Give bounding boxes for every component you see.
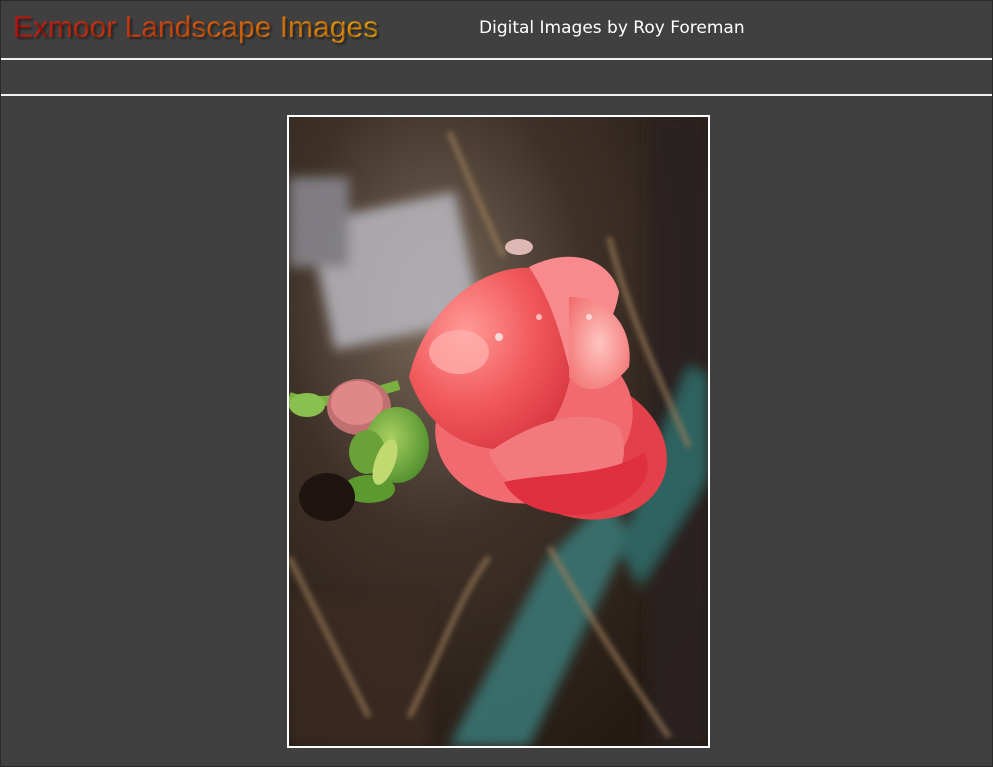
page-background: Exmoor Landscape Images Digital Images b… (0, 0, 993, 767)
site-title[interactable]: Exmoor Landscape Images (13, 8, 378, 48)
main-photo[interactable] (287, 115, 710, 748)
site-header: Exmoor Landscape Images Digital Images b… (1, 1, 992, 60)
site-byline: Digital Images by Roy Foreman (479, 18, 745, 38)
red-flower-bud-icon (289, 117, 708, 746)
nav-bar (1, 60, 992, 96)
